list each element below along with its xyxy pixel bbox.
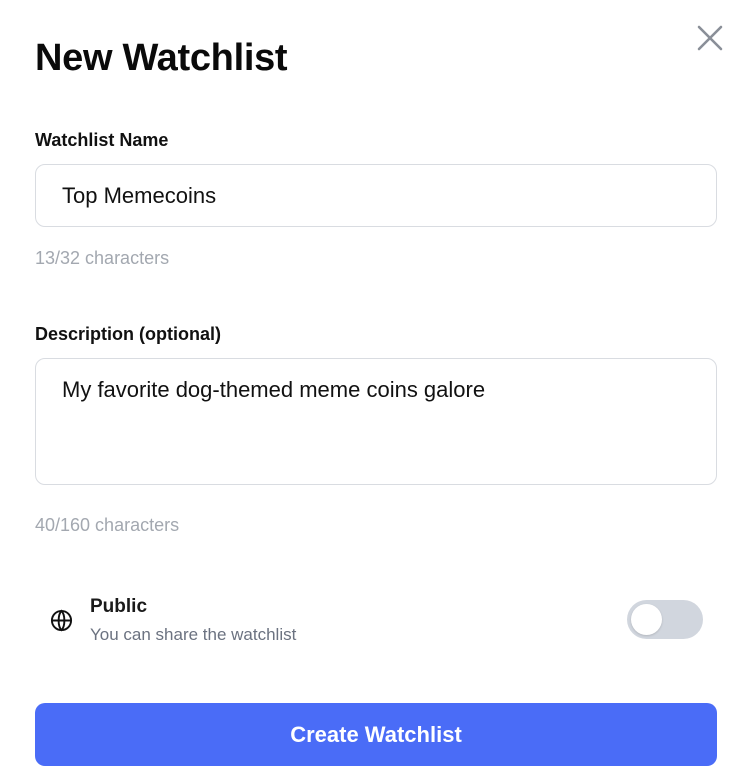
new-watchlist-modal: New Watchlist Watchlist Name 13/32 chara… [0,0,750,780]
description-label: Description (optional) [35,324,221,344]
description-textarea[interactable]: My favorite dog-themed meme coins galore [35,358,717,485]
watchlist-name-input[interactable] [35,164,717,227]
watchlist-name-label: Watchlist Name [35,130,169,150]
public-subtitle: You can share the watchlist [90,625,297,644]
public-toggle[interactable] [627,600,703,639]
globe-icon [50,609,73,632]
modal-title: New Watchlist [35,37,288,79]
description-counter: 40/160 characters [35,515,180,535]
toggle-knob [631,604,662,635]
watchlist-name-counter: 13/32 characters [35,248,170,268]
create-watchlist-button[interactable]: Create Watchlist [35,703,717,766]
close-button[interactable] [694,22,726,54]
close-icon [694,22,726,54]
public-title: Public [90,596,148,617]
